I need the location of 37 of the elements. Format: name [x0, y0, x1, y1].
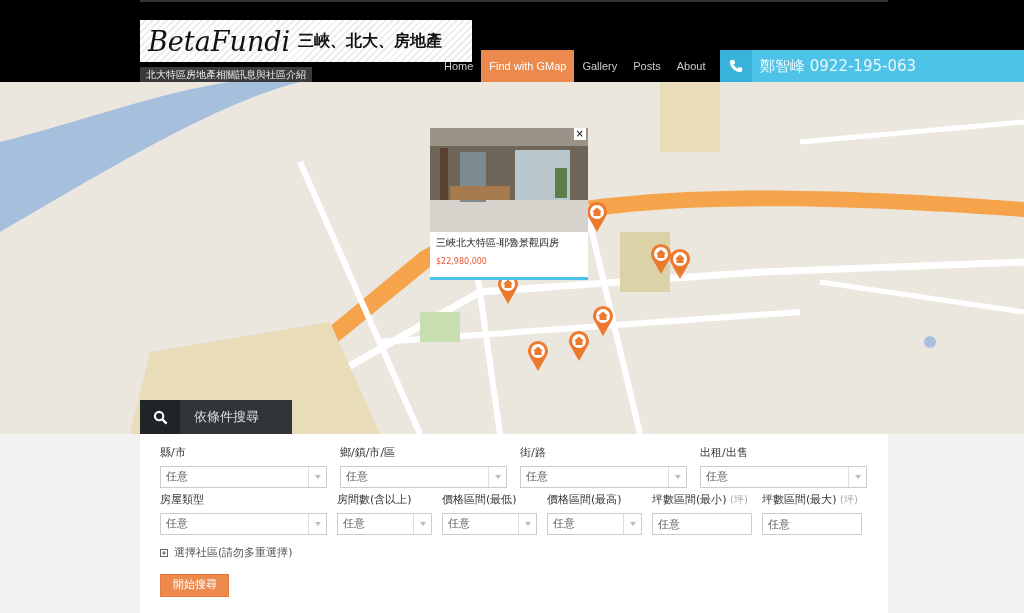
field-label: 坪數區間(最小) (坪) [652, 493, 749, 507]
select-field[interactable]: 任意 [160, 466, 327, 488]
field-label: 坪數區間(最大) (坪) [762, 493, 859, 507]
nav-link[interactable]: About [668, 50, 714, 82]
select-field[interactable]: 任意 [547, 513, 642, 535]
input-field[interactable]: 任意 [652, 513, 752, 535]
input-field[interactable]: 任意 [762, 513, 862, 535]
caret-icon [314, 522, 321, 526]
caret-icon [494, 475, 501, 479]
select-field[interactable]: 任意 [340, 466, 507, 488]
tagline: 北大特區房地產相關訊息與社區介紹 [140, 67, 312, 82]
field-label: 縣/市 [160, 446, 187, 460]
select-field[interactable]: 任意 [700, 466, 867, 488]
community-toggle[interactable]: 選擇社區(請勿多重選擇) [174, 545, 293, 562]
caret-icon [524, 522, 531, 526]
field-label: 街/路 [520, 446, 547, 460]
logo[interactable]: BetaFundi 三峽、北大、房地產 [140, 20, 472, 62]
field-label: 出租/出售 [700, 446, 749, 460]
select-field[interactable]: 任意 [442, 513, 537, 535]
select-field[interactable]: 任意 [160, 513, 327, 535]
field-label: 價格區間(最低) [442, 493, 518, 507]
phone-icon [720, 50, 752, 82]
caret-icon [854, 475, 861, 479]
phone-number: 鄭智峰 0922-195-063 [759, 55, 917, 77]
select-field[interactable]: 任意 [520, 466, 687, 488]
caret-icon [629, 522, 636, 526]
field-label: 房間數(含以上) [337, 493, 413, 507]
expand-icon[interactable] [160, 549, 168, 558]
field-label: 價格區間(最高) [547, 493, 623, 507]
field-label: 房屋類型 [160, 493, 205, 507]
nav-link[interactable]: Posts [625, 50, 669, 82]
caret-icon [419, 522, 426, 526]
nav-link[interactable]: Gallery [574, 50, 626, 82]
select-field[interactable]: 任意 [337, 513, 432, 535]
field-label: 鄉/鎮/市/區 [340, 446, 397, 460]
caret-icon [314, 475, 321, 479]
caret-icon [674, 475, 681, 479]
